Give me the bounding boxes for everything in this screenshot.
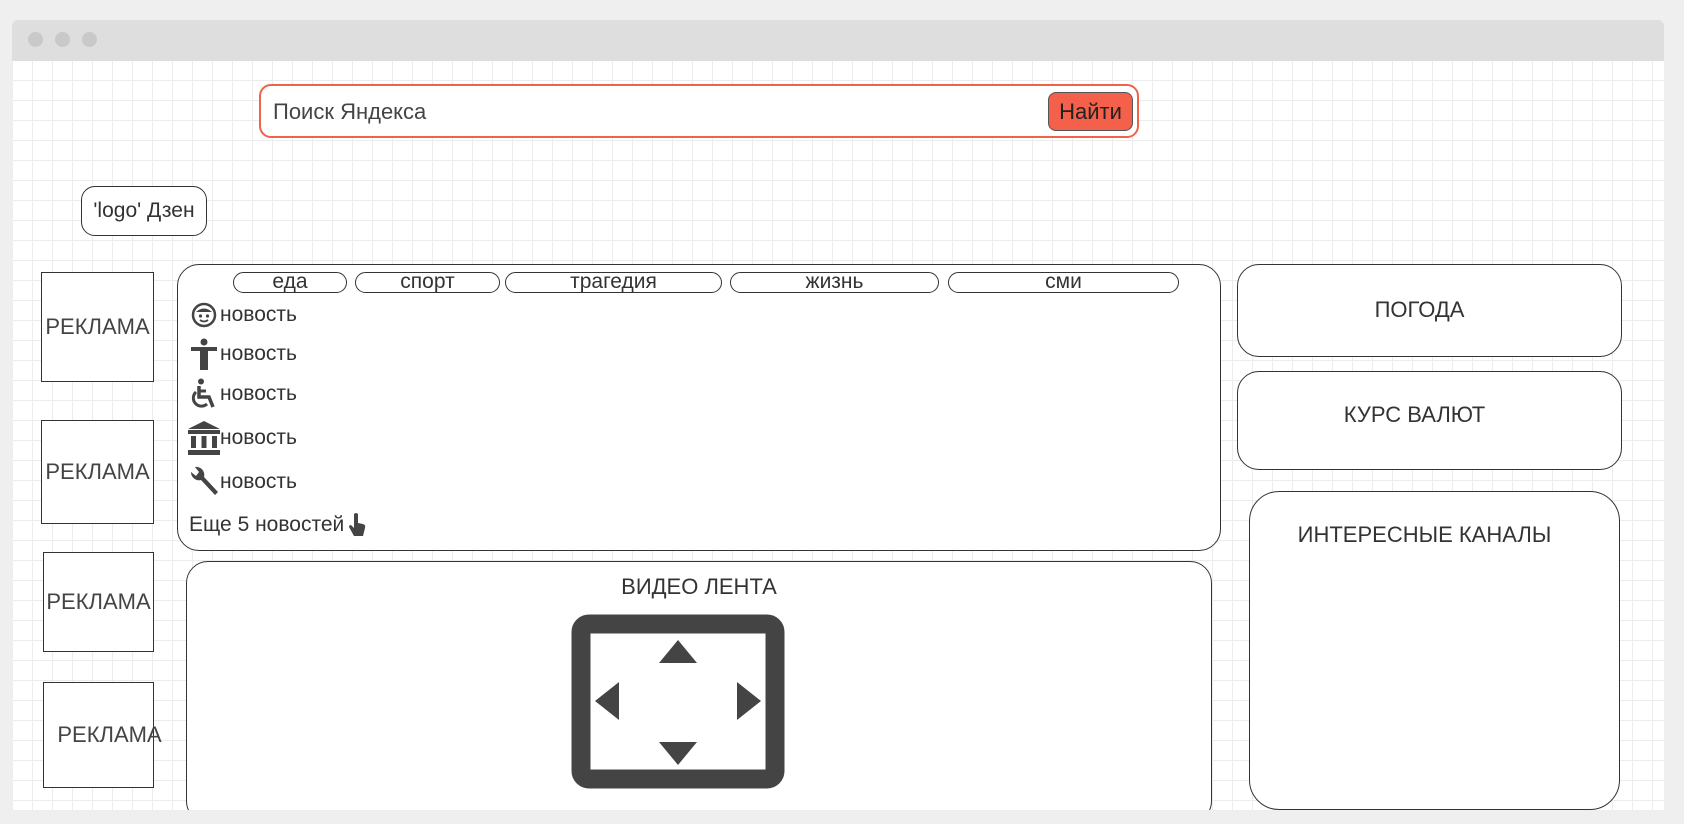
window-maximize-dot[interactable] — [82, 32, 97, 47]
currency-widget[interactable]: КУРС ВАЛЮТ — [1237, 371, 1622, 470]
news-feed-panel: еда спорт трагедия жизнь сми новость нов… — [177, 264, 1221, 551]
wrench-icon — [188, 466, 220, 498]
currency-title: КУРС ВАЛЮТ — [1343, 402, 1486, 427]
news-item-label: новость — [220, 342, 297, 365]
pointing-hand-icon — [348, 512, 368, 538]
wheelchair-icon — [188, 378, 220, 410]
ad-label: РЕКЛАМА — [57, 722, 162, 747]
ad-block-4[interactable]: РЕКЛАМА — [43, 682, 162, 788]
video-feed-title: ВИДЕО ЛЕНТА — [621, 574, 777, 599]
news-item-label: новость — [220, 382, 297, 405]
tab-life[interactable]: жизнь — [730, 271, 939, 293]
channels-title: ИНТЕРЕСНЫЕ КАНАЛЫ — [1297, 522, 1552, 547]
news-item-4[interactable]: новость — [188, 421, 297, 455]
weather-title: ПОГОДА — [1374, 297, 1465, 322]
ad-block-2[interactable]: РЕКЛАМА — [41, 420, 154, 524]
ad-label: РЕКЛАМА — [46, 589, 151, 614]
ad-block-1[interactable]: РЕКЛАМА — [41, 272, 154, 382]
search-button[interactable]: Найти — [1048, 92, 1133, 131]
tab-sport[interactable]: спорт — [355, 271, 500, 293]
logo-dzen[interactable]: 'logo' Дзен — [81, 186, 207, 236]
channels-widget[interactable]: ИНТЕРЕСНЫЕ КАНАЛЫ — [1249, 491, 1620, 810]
news-item-2[interactable]: новость — [188, 338, 297, 370]
news-item-5[interactable]: новость — [188, 466, 297, 498]
video-feed-panel: ВИДЕО ЛЕНТА — [186, 561, 1212, 810]
tab-tragedy[interactable]: трагедия — [505, 271, 722, 293]
weather-widget[interactable]: ПОГОДА — [1237, 264, 1622, 357]
more-news-label: Еще 5 новостей — [189, 513, 345, 536]
window-minimize-dot[interactable] — [55, 32, 70, 47]
ad-block-3[interactable]: РЕКЛАМА — [43, 552, 154, 652]
search-input[interactable] — [271, 96, 975, 128]
standing-person-icon — [188, 338, 220, 370]
tab-food[interactable]: еда — [233, 271, 347, 293]
bank-building-icon — [188, 421, 220, 455]
smiley-face-icon — [188, 299, 220, 331]
ad-label: РЕКЛАМА — [45, 314, 150, 339]
news-item-label: новость — [220, 426, 297, 449]
tab-media[interactable]: сми — [948, 271, 1179, 293]
news-item-label: новость — [220, 303, 297, 326]
news-item-3[interactable]: новость — [188, 378, 297, 410]
news-item-1[interactable]: новость — [188, 299, 297, 331]
news-item-label: новость — [220, 470, 297, 493]
browser-window: Найти 'logo' Дзен РЕКЛАМА РЕКЛАМА РЕКЛАМ… — [12, 20, 1664, 810]
window-close-dot[interactable] — [28, 32, 43, 47]
fullscreen-move-icon[interactable] — [571, 614, 785, 794]
search-bar: Найти — [259, 84, 1139, 138]
window-titlebar — [12, 20, 1664, 61]
more-news-link[interactable]: Еще 5 новостей — [189, 512, 368, 538]
ad-label: РЕКЛАМА — [45, 459, 150, 484]
